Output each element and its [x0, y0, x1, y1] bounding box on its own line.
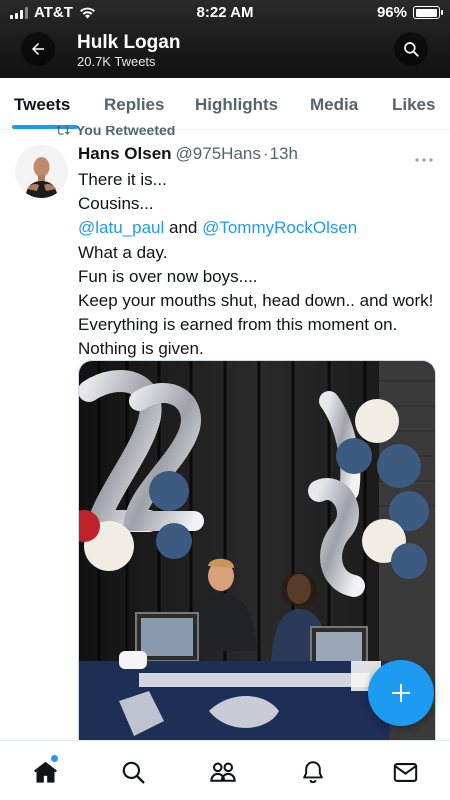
- profile-header: AT&T 8:22 AM 96% Hulk Logan 20.7K Tweets: [0, 0, 450, 78]
- tweet-time[interactable]: 13h: [270, 144, 298, 163]
- tab-media[interactable]: Media: [310, 95, 358, 115]
- retweet-label: You Retweeted: [76, 126, 176, 138]
- back-button[interactable]: [21, 32, 55, 66]
- tab-tweets[interactable]: Tweets: [14, 95, 70, 115]
- battery-percent: 96%: [376, 4, 407, 21]
- status-right: 96%: [376, 4, 443, 21]
- tweet-text: There it is... Cousins... @latu_paul and…: [78, 168, 440, 362]
- home-icon: [33, 761, 57, 783]
- compose-tweet-button[interactable]: [368, 660, 434, 726]
- avatar-image: [15, 145, 68, 198]
- tweet-author-row: Hans Olsen @975Hans ·13h: [78, 144, 298, 164]
- mention-link[interactable]: @TommyRockOlsen: [202, 218, 357, 237]
- tab-replies[interactable]: Replies: [104, 95, 164, 115]
- more-horizontal-icon: [415, 158, 433, 162]
- battery-fill: [415, 8, 437, 17]
- meta-separator: ·: [262, 144, 269, 163]
- tweet-more-button[interactable]: [414, 150, 434, 168]
- retweet-icon: [56, 126, 70, 135]
- search-icon: [404, 42, 419, 57]
- battery-icon: [413, 6, 443, 19]
- plus-icon: [392, 684, 410, 702]
- profile-tabs: Tweets Replies Highlights Media Likes: [0, 78, 450, 130]
- tab-highlights[interactable]: Highlights: [195, 95, 278, 115]
- communities-icon: [210, 762, 236, 782]
- nav-search[interactable]: [118, 757, 148, 787]
- tweet-mentions-line: @latu_paul and @TommyRockOlsen: [78, 216, 440, 240]
- search-button[interactable]: [394, 32, 428, 66]
- arrow-left-icon: [32, 43, 44, 55]
- nav-communities[interactable]: [208, 757, 238, 787]
- messages-icon: [393, 762, 417, 782]
- tweet-line: Keep your mouths shut, head down.. and w…: [78, 291, 434, 359]
- status-bar: AT&T 8:22 AM 96%: [0, 0, 450, 24]
- nav-home[interactable]: [30, 755, 60, 787]
- tweet-line: Cousins...: [78, 194, 154, 214]
- bottom-navigation: [0, 740, 450, 800]
- tab-likes[interactable]: Likes: [392, 95, 435, 115]
- home-notification-dot: [51, 755, 58, 762]
- tweet-line: What a day.: [78, 242, 168, 262]
- author-avatar[interactable]: [15, 145, 68, 198]
- author-name[interactable]: Hans Olsen: [78, 144, 172, 163]
- profile-name: Hulk Logan: [77, 32, 181, 53]
- nav-notifications[interactable]: [298, 757, 328, 787]
- retweet-context: You Retweeted: [56, 126, 175, 138]
- mention-conjunction: and: [164, 218, 203, 238]
- notifications-icon: [303, 761, 323, 784]
- author-handle[interactable]: @975Hans: [176, 144, 261, 163]
- tweet-line: Fun is over now boys....: [78, 266, 258, 286]
- tweet-count: 20.7K Tweets: [77, 54, 156, 69]
- tweet-line: There it is...: [78, 170, 167, 189]
- nav-messages[interactable]: [390, 757, 420, 787]
- mention-link[interactable]: @latu_paul: [78, 218, 164, 237]
- search-icon: [122, 761, 145, 784]
